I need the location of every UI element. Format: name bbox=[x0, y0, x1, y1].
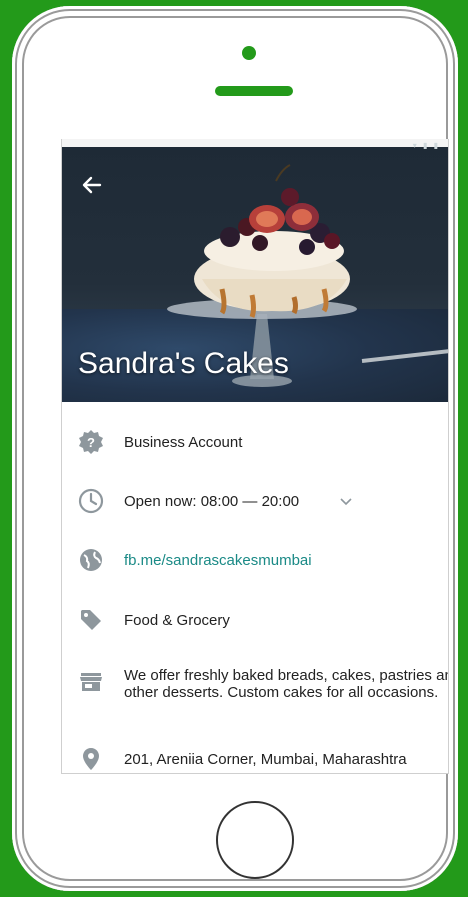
store-icon bbox=[80, 673, 102, 691]
description-row: We offer freshly baked breads, cakes, pa… bbox=[62, 663, 448, 707]
website-link[interactable]: fb.me/sandrascakesmumbai bbox=[124, 552, 448, 569]
tag-icon bbox=[81, 610, 101, 630]
globe-icon bbox=[80, 549, 102, 571]
address-row[interactable]: 201, Areniia Corner, Mumbai, Maharashtra bbox=[62, 739, 448, 773]
back-arrow-icon bbox=[82, 176, 102, 194]
website-row[interactable]: fb.me/sandrascakesmumbai bbox=[62, 540, 448, 580]
business-description: We offer freshly baked breads, cakes, pa… bbox=[124, 667, 449, 701]
account-type-row: ? Business Account bbox=[62, 422, 448, 462]
front-camera bbox=[242, 46, 256, 60]
svg-text:?: ? bbox=[87, 435, 95, 450]
cover-photo: ▾ ▮ ▮ Sandra's Cakes bbox=[62, 139, 448, 402]
clock-icon bbox=[78, 488, 104, 514]
back-button[interactable] bbox=[76, 169, 108, 201]
category-row: Food & Grocery bbox=[62, 600, 448, 640]
category-label: Food & Grocery bbox=[124, 611, 230, 629]
business-address: 201, Areniia Corner, Mumbai, Maharashtra bbox=[124, 750, 407, 768]
phone-frame: ▾ ▮ ▮ Sandra's Cakes ? Business Account … bbox=[12, 6, 458, 891]
account-type-label: Business Account bbox=[124, 433, 243, 451]
business-name: Sandra's Cakes bbox=[78, 347, 289, 380]
question-badge-icon: ? bbox=[79, 430, 103, 454]
chevron-down-icon[interactable] bbox=[338, 493, 354, 509]
home-button[interactable] bbox=[216, 801, 294, 879]
hours-row[interactable]: Open now: 08:00 — 20:00 bbox=[62, 481, 448, 521]
opening-hours: Open now: 08:00 — 20:00 bbox=[124, 492, 300, 510]
business-profile-screen: ▾ ▮ ▮ Sandra's Cakes ? Business Account … bbox=[61, 139, 449, 774]
status-bar: ▾ ▮ ▮ bbox=[412, 141, 440, 150]
earpiece-speaker bbox=[215, 86, 293, 96]
location-pin-icon bbox=[83, 748, 99, 770]
